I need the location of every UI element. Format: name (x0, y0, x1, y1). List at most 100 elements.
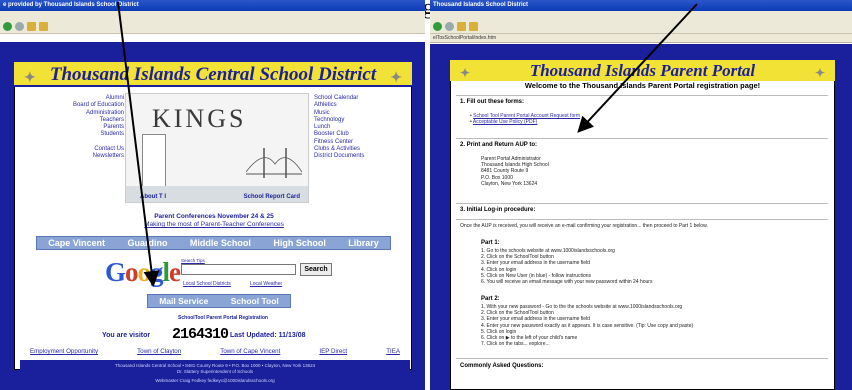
tab-cape-vincent[interactable]: Cape Vincent (48, 238, 105, 248)
school-tool-button[interactable]: School Tool (231, 296, 279, 306)
last-updated: Last Updated: 11/13/08 (230, 332, 306, 339)
divider (456, 138, 828, 139)
divider (456, 95, 828, 96)
bottom-links: Employment Opportunity Town of Clayton T… (30, 348, 400, 355)
nav-link[interactable]: Alumni (14, 95, 124, 102)
banner-right-icon: ✦ (390, 71, 402, 86)
portal-title: Thousand Islands Parent Portal (529, 61, 756, 80)
nav-link[interactable]: District Documents (314, 153, 424, 160)
nav-link[interactable]: Contact Us (14, 146, 124, 153)
welcome-heading: Welcome to the Thousand Islands Parent P… (524, 81, 761, 90)
back-icon[interactable] (433, 21, 442, 31)
step3-heading: 3. Initial Log-in procedure: (460, 207, 536, 213)
address-bar[interactable]: elTosSchoolPortal/index.htm (430, 34, 852, 43)
home-icon[interactable] (457, 21, 466, 31)
kings-logo-image: KINGS (125, 93, 309, 203)
part2-step: 4. Enter your new password exactly as it… (481, 322, 694, 329)
tab-library[interactable]: Library (348, 238, 379, 248)
about-link[interactable]: About T I (140, 194, 166, 200)
kings-word: KINGS (152, 104, 247, 133)
conference-notice: Parent Conferences November 24 & 25 (154, 213, 274, 220)
divider (456, 358, 828, 359)
school-tabs: Cape Vincent Guardino Middle School High… (36, 236, 391, 250)
report-card-link[interactable]: School Report Card (244, 194, 300, 200)
iep-direct-link[interactable]: IEP Direct (319, 348, 347, 355)
part1-steps: 1. Go to the schools website at www.1000… (481, 248, 652, 285)
left-menu-bar (0, 11, 425, 19)
forward-icon[interactable] (15, 21, 24, 31)
return-address: Parent Portal Administrator Thousand Isl… (481, 156, 549, 187)
divider (456, 219, 828, 220)
district-banner: ✦ Thousand Islands Central School Distri… (14, 62, 412, 87)
part2-steps: 1. With your new password - Go to the th… (481, 304, 693, 347)
footer-address: Thousand Islands Central School • 8481 C… (114, 363, 316, 368)
search-input[interactable] (181, 264, 296, 275)
left-title-bar: e provided by Thousand Islands School Di… (0, 0, 425, 11)
tab-high-school[interactable]: High School (273, 238, 326, 248)
left-toolbar (0, 19, 425, 34)
nav-link[interactable]: Clubs & Activities (314, 146, 424, 153)
favorites-icon[interactable] (469, 21, 478, 31)
search-tips-link[interactable]: Search Tips (181, 258, 205, 263)
nav-link[interactable]: Parents (14, 124, 124, 131)
tiea-link[interactable]: TIEA (386, 348, 400, 355)
favorites-icon[interactable] (39, 21, 48, 31)
home-icon[interactable] (27, 21, 36, 31)
faq-heading: Commonly Asked Questions: (460, 363, 544, 369)
nav-link[interactable]: Board of Education (14, 102, 124, 109)
local-districts-link[interactable]: Local School Districts (183, 281, 231, 287)
form-link-list: • School Tool Parent Portal Account Requ… (470, 113, 581, 126)
right-nav-column: School Calendar Athletics Music Technolo… (314, 95, 424, 161)
portal-banner: ✦ Thousand Islands Parent Portal ✦ (450, 60, 835, 81)
forward-icon[interactable] (445, 21, 454, 31)
nav-link[interactable]: Music (314, 110, 424, 117)
local-weather-link[interactable]: Local Weather (250, 281, 282, 287)
parent-portal-registration-link[interactable]: SchoolTool Parent Portal Registration (148, 315, 298, 321)
nav-link[interactable]: Newsletters (14, 153, 124, 160)
mail-tool-bar: Mail Service School Tool (147, 294, 291, 308)
part1-heading: Part 1: (481, 240, 500, 246)
account-request-link[interactable]: School Tool Parent Portal Account Reques… (473, 113, 580, 119)
about-row: About T I School Report Card (140, 194, 300, 200)
conference-link[interactable]: Making the most of Parent-Teacher Confer… (104, 221, 324, 228)
footer-webmaster[interactable]: Webmaster Craig Fedkey fedkeyc@1000islan… (20, 375, 410, 384)
employment-link[interactable]: Employment Opportunity (30, 348, 98, 355)
banner-left-icon: ✦ (24, 71, 36, 86)
step2-heading: 2. Print and Return AUP to: (460, 142, 538, 148)
district-footer: Thousand Islands Central School • 8481 C… (20, 360, 410, 390)
part1-step: 6. You will receive an email message wit… (481, 279, 653, 286)
part2-heading: Part 2: (481, 296, 500, 302)
tab-middle-school[interactable]: Middle School (190, 238, 251, 248)
back-icon[interactable] (3, 21, 12, 31)
nav-link[interactable]: Teachers (14, 117, 124, 124)
tab-guardino[interactable]: Guardino (127, 238, 167, 248)
aup-link[interactable]: Acceptable Use Policy (PDF) (473, 119, 537, 125)
lighthouse-image (142, 134, 166, 189)
left-nav-column: Alumni Board of Education Administration… (14, 95, 124, 161)
login-intro: Once the AUP is received, you will recei… (460, 223, 708, 229)
nav-link[interactable]: Fitness Center (314, 139, 424, 146)
cape-vincent-link[interactable]: Town of Cape Vincent (220, 348, 280, 355)
nav-link[interactable]: Students (14, 131, 124, 138)
part2-step: 7. Click on the tabs... explore... (481, 341, 550, 348)
clayton-link[interactable]: Town of Clayton (137, 348, 181, 355)
address-line: Clayton, New York 13624 (481, 180, 538, 187)
google-logo: Google (105, 257, 181, 287)
mail-service-button[interactable]: Mail Service (159, 296, 208, 306)
step1-heading: 1. Fill out these forms: (460, 99, 525, 105)
nav-link[interactable]: Booster Club (314, 131, 424, 138)
visitor-label: You are visitor (102, 332, 151, 339)
nav-link[interactable]: Lunch (314, 124, 424, 131)
divider (456, 203, 828, 204)
search-button[interactable]: Search (300, 263, 332, 276)
nav-link[interactable]: Technology (314, 117, 424, 124)
visitor-counter: 2164310 (172, 326, 229, 343)
nav-link[interactable]: Athletics (314, 102, 424, 109)
district-title: Thousand Islands Central School District (49, 64, 377, 85)
right-menu-bar (430, 11, 852, 19)
right-toolbar (430, 19, 852, 34)
bridge-image (246, 148, 302, 178)
nav-link[interactable]: Administration (14, 110, 124, 117)
nav-link[interactable]: School Calendar (314, 95, 424, 102)
